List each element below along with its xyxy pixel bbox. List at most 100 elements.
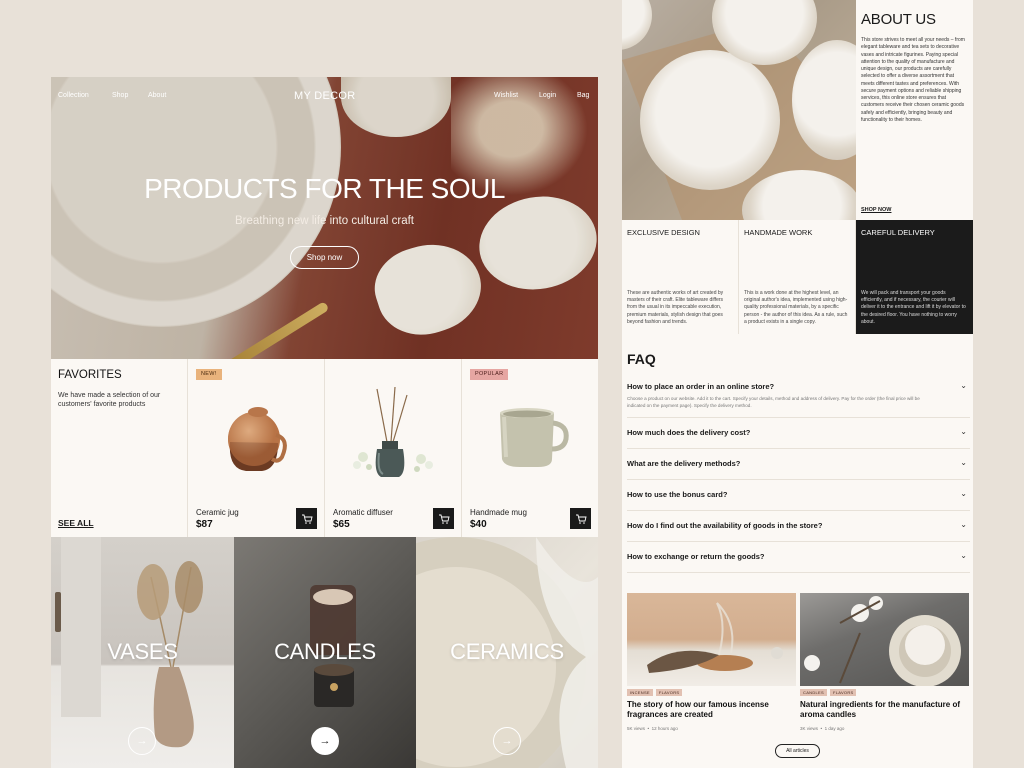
home-page: Collection Shop About MY DECOR Wishlist … <box>51 77 598 768</box>
cart-icon <box>576 514 587 524</box>
features-section: EXCLUSIVE DESIGN These are authentic wor… <box>622 220 973 334</box>
article-time: 12 hours ago <box>651 726 678 731</box>
faq-question: How to use the bonus card? <box>627 490 728 499</box>
tag[interactable]: INCENSE <box>627 689 653 696</box>
arrow-right-icon[interactable]: → <box>493 727 521 755</box>
categories-section: VASES → CANDLES → CERAMICS → <box>51 537 598 768</box>
faq-item[interactable]: What are the delivery methods? ⌄ <box>627 449 970 480</box>
product-price: $65 <box>333 519 350 530</box>
category-label: CERAMICS <box>450 639 564 664</box>
all-articles-button[interactable]: All articles <box>775 744 820 758</box>
hero-title: PRODUCTS FOR THE SOUL <box>144 173 505 204</box>
feature-title: CAREFUL DELIVERY <box>861 228 935 237</box>
hero-banner: Collection Shop About MY DECOR Wishlist … <box>51 77 598 359</box>
product-name: Handmade mug <box>470 508 527 517</box>
add-to-cart-button[interactable] <box>296 508 317 529</box>
nav-wishlist-link[interactable]: Wishlist <box>494 92 518 99</box>
faq-question: How much does the delivery cost? <box>627 428 751 437</box>
mug-image <box>462 387 598 487</box>
feature-handmade-work: HANDMADE WORK This is a work done at the… <box>739 220 856 334</box>
nav-collection-link[interactable]: Collection <box>58 92 89 99</box>
add-to-cart-button[interactable] <box>433 508 454 529</box>
feature-title: EXCLUSIVE DESIGN <box>627 228 700 237</box>
bowls-image <box>622 0 856 220</box>
nav-about-link[interactable]: About <box>148 92 166 99</box>
article-tags: CANDLES FLAVORS <box>800 689 857 696</box>
article-time: 1 day ago <box>824 726 845 731</box>
candle-rope-image <box>800 593 969 686</box>
faq-item[interactable]: How to place an order in an online store… <box>627 372 970 418</box>
about-body: This store strives to meet all your need… <box>861 37 965 123</box>
chevron-down-icon[interactable]: ⌄ <box>960 427 967 436</box>
faq-question: What are the delivery methods? <box>627 459 741 468</box>
incense-image <box>627 593 796 686</box>
nav-bag-link[interactable]: Bag <box>577 92 589 99</box>
article-views: 3K views <box>800 726 819 731</box>
faq-title: FAQ <box>627 351 656 367</box>
article-views: 5K views <box>627 726 646 731</box>
category-ceramics[interactable]: CERAMICS → <box>416 537 598 768</box>
faq-item[interactable]: How to use the bonus card? ⌄ <box>627 480 970 511</box>
jug-image <box>188 387 324 487</box>
new-badge: NEW! <box>196 369 222 380</box>
article-title[interactable]: The story of how our famous incense frag… <box>627 700 795 719</box>
tag[interactable]: FLAVORS <box>655 689 683 696</box>
category-label: VASES <box>107 639 178 664</box>
feature-exclusive-design: EXCLUSIVE DESIGN These are authentic wor… <box>622 220 739 334</box>
add-to-cart-button[interactable] <box>570 508 591 529</box>
tag[interactable]: FLAVORS <box>830 689 857 696</box>
top-nav: Collection Shop About MY DECOR Wishlist … <box>58 90 591 104</box>
article-card[interactable]: INCENSE FLAVORS The story of how our fam… <box>627 593 796 741</box>
chevron-down-icon[interactable]: ⌄ <box>960 551 967 560</box>
about-title: ABOUT US <box>861 11 936 28</box>
faq-item[interactable]: How do I find out the availability of go… <box>627 511 970 542</box>
product-card[interactable]: NEW! Ceramic jug $87 <box>188 359 325 537</box>
chevron-down-icon[interactable]: ⌄ <box>960 381 967 390</box>
about-shop-now-link[interactable]: SHOP NOW <box>861 207 891 213</box>
product-card[interactable]: Aromatic diffuser $65 <box>325 359 462 537</box>
faq-question: How to place an order in an online store… <box>627 382 775 391</box>
feature-text: This is a work done at the highest level… <box>744 289 848 325</box>
faq-answer: Choose a product on our website. Add it … <box>627 396 920 408</box>
article-card[interactable]: CANDLES FLAVORS Natural ingredients for … <box>800 593 969 741</box>
favorites-section: FAVORITES We have made a selection of ou… <box>51 359 598 537</box>
product-price: $87 <box>196 519 213 530</box>
logo[interactable]: MY DECOR <box>294 90 355 102</box>
favorites-description: We have made a selection of our customer… <box>58 392 161 409</box>
cart-icon <box>302 514 313 524</box>
product-card[interactable]: POPULAR Handmade mug $40 <box>462 359 598 537</box>
faq-list: How to place an order in an online store… <box>627 372 970 573</box>
chevron-down-icon[interactable]: ⌄ <box>960 520 967 529</box>
about-section: ABOUT US This store strives to meet all … <box>856 0 973 220</box>
arrow-right-icon[interactable]: → <box>128 727 156 755</box>
chevron-down-icon[interactable]: ⌄ <box>960 489 967 498</box>
chevron-down-icon[interactable]: ⌄ <box>960 458 967 467</box>
tag[interactable]: CANDLES <box>800 689 827 696</box>
article-tags: INCENSE FLAVORS <box>627 689 683 696</box>
category-candles[interactable]: CANDLES → <box>234 537 416 768</box>
product-name: Ceramic jug <box>196 508 239 517</box>
article-meta: 3K views • 1 day ago <box>800 726 845 731</box>
faq-item[interactable]: How to exchange or return the goods? ⌄ <box>627 542 970 573</box>
hero-subtitle: Breathing new life into cultural craft <box>235 215 414 227</box>
faq-question: How to exchange or return the goods? <box>627 552 765 561</box>
faq-item[interactable]: How much does the delivery cost? ⌄ <box>627 418 970 449</box>
category-vases[interactable]: VASES → <box>51 537 234 768</box>
diffuser-image <box>325 386 461 487</box>
nav-login-link[interactable]: Login <box>539 92 556 99</box>
see-all-link[interactable]: SEE ALL <box>58 518 94 528</box>
nav-shop-link[interactable]: Shop <box>112 92 128 99</box>
faq-question: How do I find out the availability of go… <box>627 521 823 530</box>
shop-now-button[interactable]: Shop now <box>290 246 359 269</box>
arrow-right-icon[interactable]: → <box>311 727 339 755</box>
product-price: $40 <box>470 519 487 530</box>
feature-careful-delivery: CAREFUL DELIVERY We will pack and transp… <box>856 220 973 334</box>
cart-icon <box>439 514 450 524</box>
feature-text: We will pack and transport your goods ef… <box>861 289 966 325</box>
article-title[interactable]: Natural ingredients for the manufacture … <box>800 700 968 719</box>
favorites-intro: FAVORITES We have made a selection of ou… <box>51 359 188 537</box>
article-meta: 5K views • 12 hours ago <box>627 726 678 731</box>
feature-text: These are authentic works of art created… <box>627 289 724 325</box>
product-name: Aromatic diffuser <box>333 508 393 517</box>
category-label: CANDLES <box>274 639 376 664</box>
